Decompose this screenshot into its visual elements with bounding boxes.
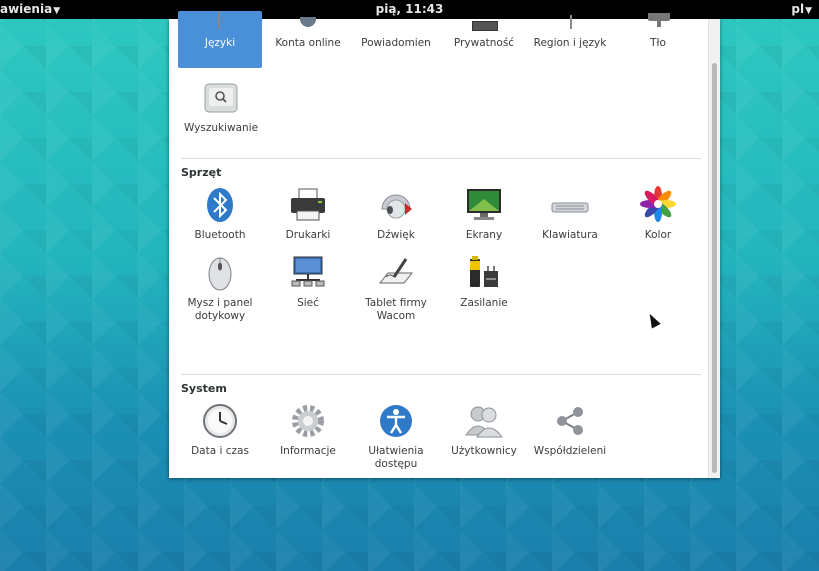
scrollbar-thumb[interactable] — [712, 63, 717, 473]
settings-item-info[interactable]: Informacje — [264, 401, 352, 458]
settings-item-sharing[interactable]: Współdzieleni — [526, 401, 614, 458]
settings-item-label: Data i czas — [191, 445, 249, 457]
settings-item-label: Zasilanie — [460, 297, 508, 309]
settings-item-label: Tablet firmy Wacom — [365, 297, 427, 322]
settings-item-label: Prywatność — [453, 37, 515, 49]
section-title-hardware: Sprzęt — [181, 166, 222, 179]
bluetooth-icon — [200, 185, 240, 225]
settings-item-accessibility[interactable]: Ułatwienia dostępu — [352, 401, 440, 471]
settings-item-label: Mysz i panel dotykowy — [187, 297, 253, 322]
settings-item-label: Region i język — [533, 37, 607, 49]
mouse-icon — [200, 253, 240, 293]
settings-window: Języki Konta online Powiadomien Prywatno… — [169, 11, 720, 478]
settings-item-displays[interactable]: Ekrany — [440, 185, 528, 242]
settings-item-label: Współdzieleni — [533, 445, 607, 457]
settings-item-label: Ułatwienia dostępu — [368, 445, 424, 470]
settings-item-keyboard[interactable]: Klawiatura — [526, 185, 614, 242]
flag-icon — [200, 11, 240, 33]
settings-item-privacy[interactable]: Prywatność — [440, 11, 528, 50]
printer-icon — [288, 185, 328, 225]
clock-icon — [200, 401, 240, 441]
power-icon — [464, 253, 504, 293]
settings-item-label: Bluetooth — [194, 229, 246, 241]
sound-icon — [376, 185, 416, 225]
settings-item-color[interactable]: Kolor — [614, 185, 702, 242]
settings-item-label: Tło — [650, 37, 666, 49]
display-icon — [464, 185, 504, 225]
privacy-icon — [464, 11, 504, 33]
settings-item-region[interactable]: Region i język — [526, 11, 614, 50]
settings-item-network[interactable]: Sieć — [264, 253, 352, 310]
settings-item-bluetooth[interactable]: Bluetooth — [176, 185, 264, 242]
background-icon — [638, 11, 678, 33]
settings-item-label: Powiadomien — [361, 37, 431, 49]
region-icon — [550, 11, 590, 33]
keyboard-icon — [550, 185, 590, 225]
settings-item-languages[interactable]: Języki — [178, 11, 262, 68]
settings-item-label: Ekrany — [465, 229, 503, 241]
settings-item-printers[interactable]: Drukarki — [264, 185, 352, 242]
settings-item-online-accounts[interactable]: Konta online — [264, 11, 352, 50]
settings-item-users[interactable]: Użytkownicy — [440, 401, 528, 458]
online-accounts-icon — [288, 11, 328, 33]
settings-item-label: Sieć — [297, 297, 319, 309]
section-divider — [181, 158, 701, 159]
settings-item-label: Języki — [204, 37, 236, 49]
chevron-down-icon: ▼ — [805, 6, 812, 16]
settings-item-power[interactable]: Zasilanie — [440, 253, 528, 310]
search-icon — [201, 78, 241, 118]
settings-item-datetime[interactable]: Data i czas — [176, 401, 264, 458]
section-divider — [181, 374, 701, 375]
network-icon — [288, 253, 328, 293]
settings-item-label: Użytkownicy — [451, 445, 517, 457]
keyboard-layout-label: pl — [791, 2, 805, 16]
color-icon — [638, 185, 678, 225]
tablet-icon — [376, 253, 416, 293]
settings-item-label: Drukarki — [285, 229, 331, 241]
settings-item-label: Konta online — [275, 37, 341, 49]
accessibility-icon — [376, 401, 416, 441]
settings-item-sound[interactable]: Dźwięk — [352, 185, 440, 242]
settings-item-notifications[interactable]: Powiadomien — [352, 11, 440, 50]
sharing-icon — [550, 401, 590, 441]
scrollbar[interactable] — [708, 19, 720, 478]
section-title-system: System — [181, 382, 227, 395]
settings-item-mouse[interactable]: Mysz i panel dotykowy — [176, 253, 264, 323]
settings-item-label: Dźwięk — [377, 229, 415, 241]
settings-item-label: Wyszukiwanie — [183, 122, 259, 134]
notifications-icon — [376, 11, 416, 33]
settings-item-label: Klawiatura — [542, 229, 598, 241]
settings-item-wacom[interactable]: Tablet firmy Wacom — [352, 253, 440, 323]
settings-item-search[interactable]: Wyszukiwanie — [177, 78, 265, 135]
keyboard-layout-indicator[interactable]: pl▼ — [791, 2, 812, 16]
settings-item-label: Kolor — [644, 229, 672, 241]
settings-item-label: Informacje — [280, 445, 336, 457]
users-icon — [464, 401, 504, 441]
settings-item-background[interactable]: Tło — [614, 11, 702, 50]
info-gear-icon — [288, 401, 328, 441]
